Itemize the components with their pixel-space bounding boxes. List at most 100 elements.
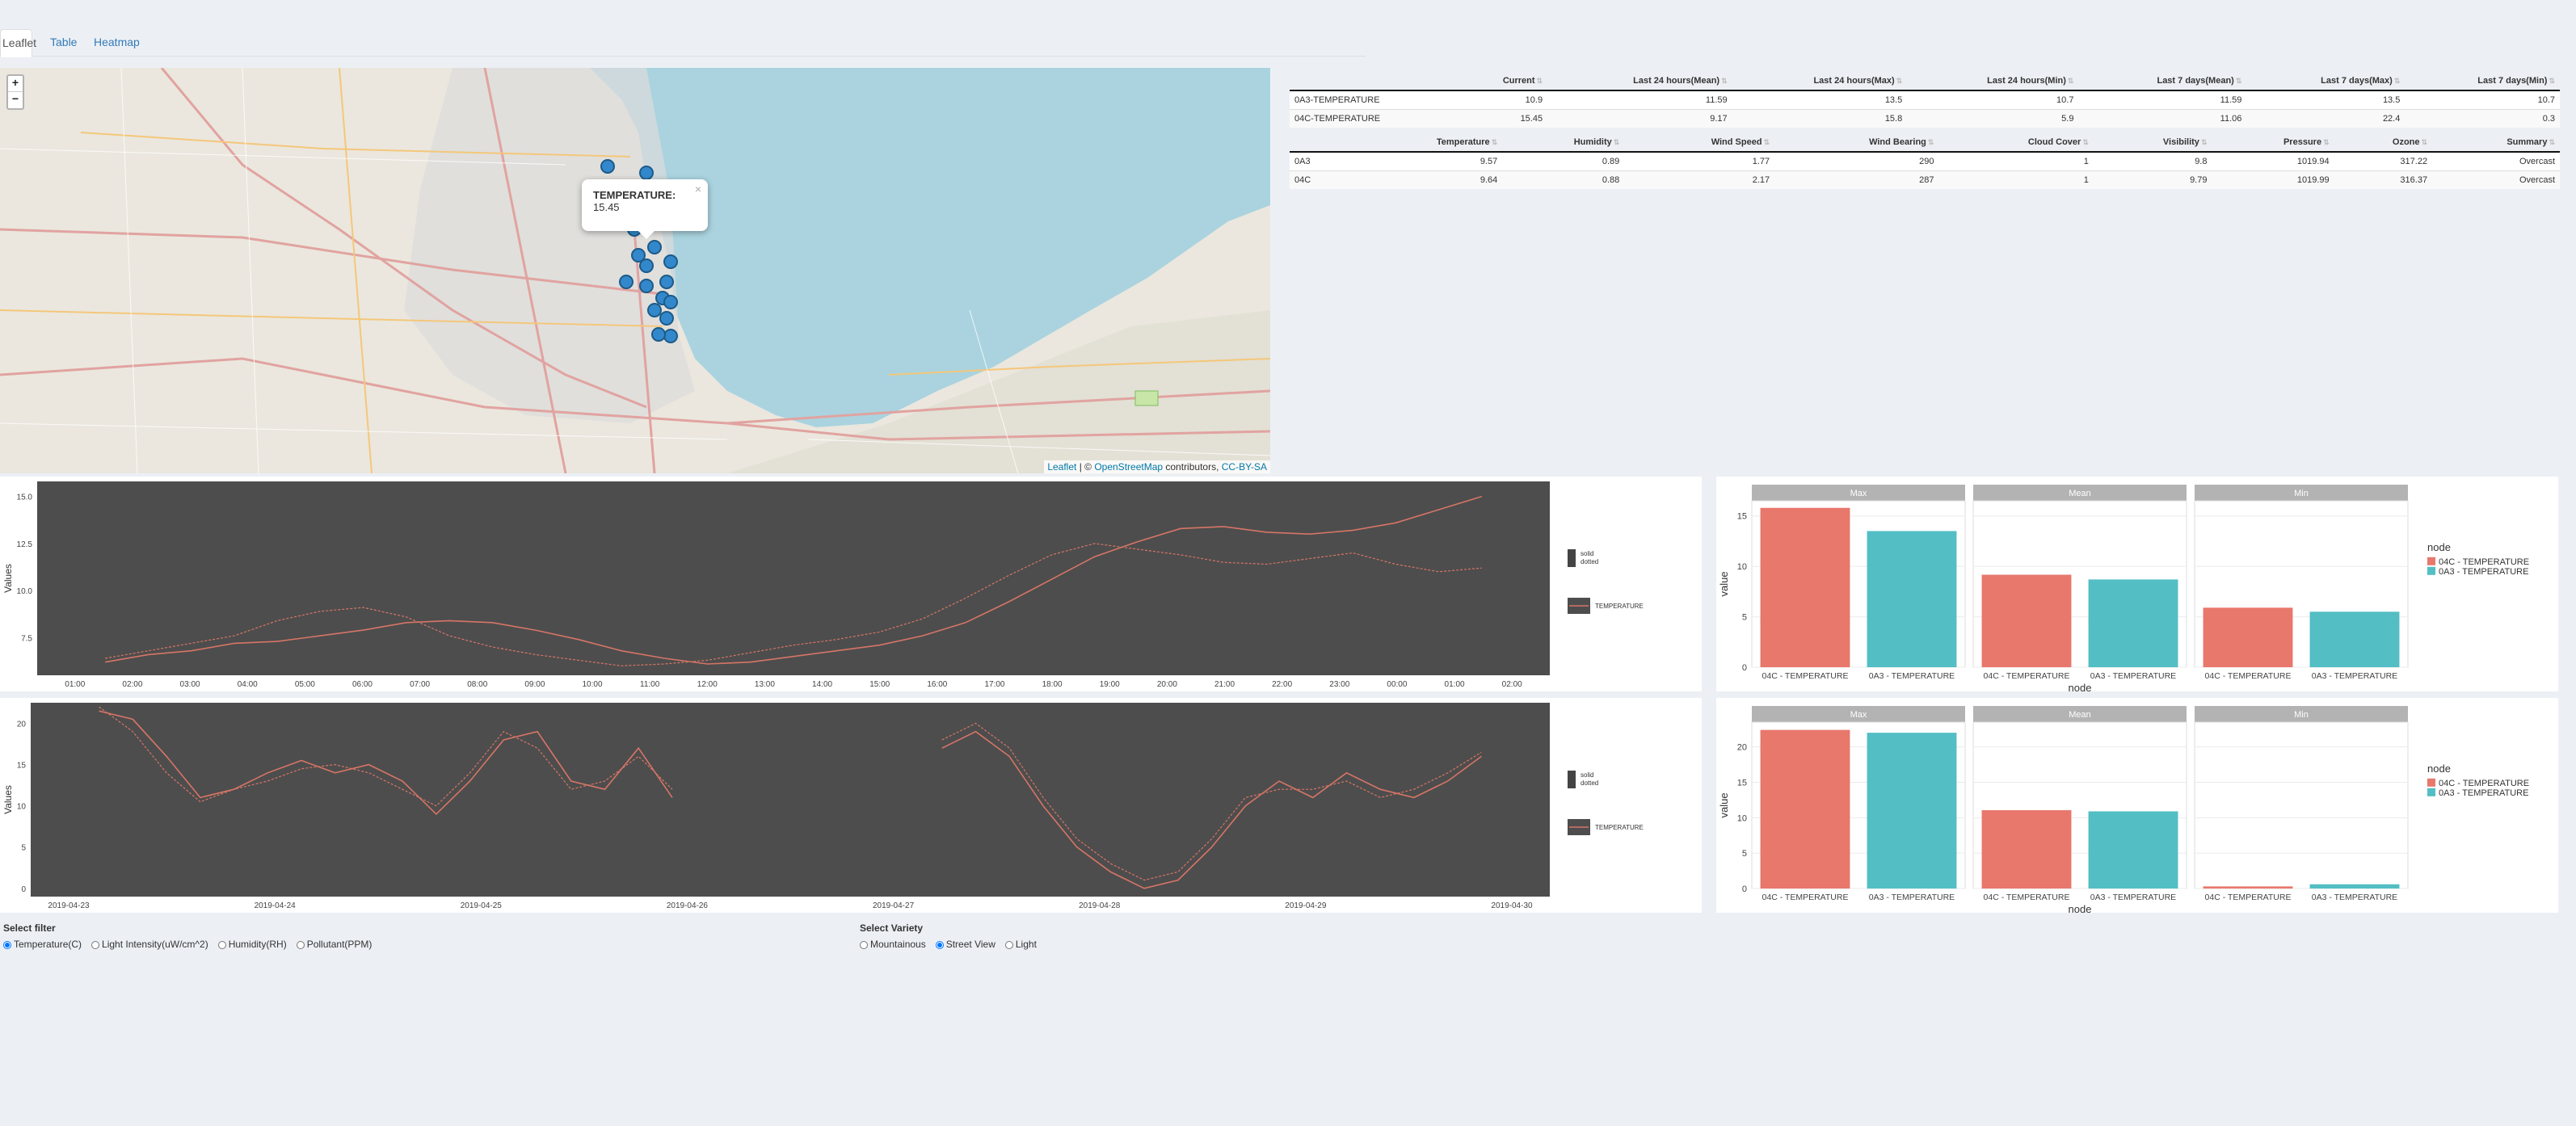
x-tick-label: 04C - TEMPERATURE	[1762, 893, 1849, 902]
table-cell: Overcast	[2432, 170, 2560, 189]
leaflet-link[interactable]: Leaflet	[1047, 461, 1076, 473]
license-link[interactable]: CC-BY-SA	[1222, 461, 1267, 473]
x-tick-label: 01:00	[1445, 680, 1465, 689]
x-tick-label: 04C - TEMPERATURE	[1984, 671, 2070, 681]
y-tick-label: 0	[1742, 663, 1747, 673]
leaflet-map[interactable]: + − × TEMPERATURE: 15.45 Leaflet | © Ope…	[0, 68, 1270, 473]
summary-col-header[interactable]: Last 7 days(Max) ⇅	[2246, 71, 2406, 91]
variety-radio[interactable]	[935, 940, 944, 949]
close-icon[interactable]: ×	[695, 183, 701, 195]
tab-bar: Leaflet Table Heatmap	[0, 29, 1366, 57]
y-tick-label: 10	[1737, 562, 1747, 572]
x-tick-label: 21:00	[1214, 680, 1235, 689]
filter-radio[interactable]	[3, 940, 11, 949]
table-cell: 11.59	[1547, 90, 1732, 109]
y-tick-label: 15	[17, 762, 27, 771]
summary-col-header[interactable]	[1290, 71, 1460, 91]
zoom-out-button[interactable]: −	[8, 92, 23, 108]
tab-table[interactable]: Table	[48, 29, 78, 57]
bar	[2203, 886, 2293, 889]
legend-solid: solid	[1581, 771, 1593, 779]
legend-key	[2427, 778, 2435, 787]
filter-option[interactable]: Pollutant(PPM)	[296, 939, 372, 950]
x-tick-label: 11:00	[640, 680, 660, 689]
popup-value: 15.45	[593, 201, 620, 213]
weather-col-header[interactable]: Summary ⇅	[2432, 132, 2560, 153]
legend-label: 0A3 - TEMPERATURE	[2439, 567, 2528, 577]
summary-col-header[interactable]: Last 7 days(Min) ⇅	[2405, 71, 2560, 91]
summary-header: Current ⇅ Last 24 hours(Mean) ⇅ Last 24 hour…	[1290, 71, 2560, 91]
x-tick-label: 2019-04-27	[873, 901, 915, 910]
table-cell: 10.9	[1459, 90, 1548, 109]
variety-option[interactable]: Light	[1004, 939, 1037, 950]
line-chart-2: 20 15 10 5 0 2019-04-23 2019-04-24 2019-04-25 20…	[2, 703, 1644, 910]
facet-label: Mean	[2069, 489, 2091, 498]
weather-col-header[interactable]: Pressure ⇅	[2212, 132, 2334, 153]
weather-col-header[interactable]: Temperature ⇅	[1346, 132, 1503, 153]
table-cell: 2.17	[1624, 170, 1775, 189]
bar-chart-panel-1: value Max 15 10 5 0 04C - TEMPERATURE 0A3 - TEM…	[1716, 477, 2558, 694]
filter-radio[interactable]	[217, 940, 226, 949]
x-tick-label: 0A3 - TEMPERATURE	[2090, 671, 2176, 681]
filter-radio[interactable]	[91, 940, 100, 949]
table-cell: 1019.94	[2212, 151, 2334, 170]
summary-col-header[interactable]: Last 24 hours(Max) ⇅	[1732, 71, 1908, 91]
x-tick-label: 04C - TEMPERATURE	[1762, 671, 1849, 681]
table-cell: 287	[1774, 170, 1939, 189]
summary-col-header[interactable]: Last 24 hours(Mean) ⇅	[1547, 71, 1732, 91]
variety-option[interactable]: Mountainous	[860, 939, 926, 950]
legend-dotted: dotted	[1581, 558, 1598, 565]
summary-col-header[interactable]: Last 7 days(Mean) ⇅	[2078, 71, 2247, 91]
x-tick-label: 15:00	[869, 680, 890, 689]
x-axis-label: node	[2069, 682, 2092, 691]
table-cell: 9.64	[1346, 170, 1503, 189]
summary-col-header[interactable]: Last 24 hours(Min) ⇅	[1907, 71, 2079, 91]
table-cell: 10.7	[1907, 90, 2079, 109]
filter-option[interactable]: Humidity(RH)	[217, 939, 287, 950]
legend-series-name: TEMPERATURE	[1595, 603, 1644, 610]
table-cell: 13.5	[1732, 90, 1908, 109]
line-chart-panel-1: 15.0 12.5 10.0 7.5 01:00 02:00 03:00 04:00 05:00…	[0, 477, 1702, 691]
weather-col-header[interactable]: Humidity ⇅	[1502, 132, 1625, 153]
x-tick-label: 23:00	[1329, 680, 1349, 689]
zoom-in-button[interactable]: +	[8, 76, 23, 92]
filter-radio[interactable]	[296, 940, 305, 949]
x-tick-label: 22:00	[1272, 680, 1292, 689]
weather-col-header[interactable]: Ozone ⇅	[2334, 132, 2433, 153]
y-tick-label: 12.5	[17, 540, 33, 549]
filter-option[interactable]: Temperature(C)	[3, 939, 82, 950]
variety-radio[interactable]	[860, 940, 868, 949]
x-tick-label: 05:00	[295, 680, 315, 689]
tab-leaflet[interactable]: Leaflet	[0, 29, 36, 57]
weather-col-header[interactable]: Visibility ⇅	[2093, 132, 2212, 153]
line-chart-panel-2: 20 15 10 5 0 2019-04-23 2019-04-24 2019-04-25 20…	[0, 698, 1702, 913]
filter-label: Humidity(RH)	[228, 939, 287, 950]
y-axis-label: value	[1718, 792, 1730, 817]
weather-col-header[interactable]: Wind Bearing ⇅	[1774, 132, 1939, 153]
weather-col-header[interactable]: Wind Speed ⇅	[1624, 132, 1775, 153]
summary-table: Current ⇅ Last 24 hours(Mean) ⇅ Last 24 hour…	[1290, 71, 2560, 128]
filter-option[interactable]: Light Intensity(uW/cm^2)	[91, 939, 208, 950]
table-cell: 22.4	[2246, 108, 2406, 128]
tab-heatmap[interactable]: Heatmap	[92, 29, 141, 57]
bar	[2309, 611, 2400, 667]
table-row: 04C-TEMPERATURE 15.45 9.17 15.8 5.9 11.06 22.4…	[1290, 108, 2560, 128]
table-cell: 0.89	[1502, 151, 1625, 170]
summary-col-header[interactable]: Current ⇅	[1459, 71, 1548, 91]
bar	[1760, 507, 1850, 667]
attrib-contrib: contributors,	[1163, 461, 1222, 473]
table-cell: 0.3	[2405, 108, 2560, 128]
weather-col-header[interactable]: Cloud Cover ⇅	[1938, 132, 2094, 153]
marker-popup: × TEMPERATURE: 15.45	[582, 179, 708, 239]
bar-chart-2: valueMax2015105004C - TEMPERATURE 0A3 - T…	[1718, 706, 2529, 915]
weather-col-header[interactable]	[1290, 132, 1347, 153]
legend-key	[2427, 557, 2435, 565]
x-tick-label: 04:00	[238, 680, 258, 689]
osm-link[interactable]: OpenStreetMap	[1094, 461, 1163, 473]
x-tick-label: 14:00	[812, 680, 832, 689]
x-tick-label: 2019-04-30	[1491, 901, 1533, 910]
x-tick-label: 17:00	[984, 680, 1004, 689]
variety-radio[interactable]	[1004, 940, 1013, 949]
legend-title: node	[2427, 763, 2451, 775]
variety-option[interactable]: Street View	[935, 939, 995, 950]
